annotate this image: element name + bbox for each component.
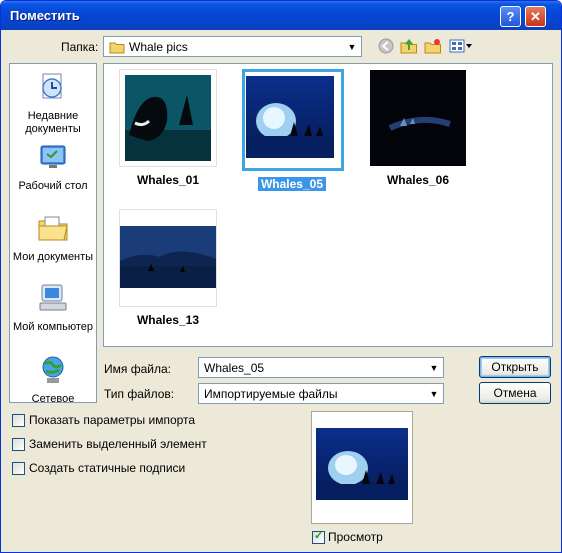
open-button-label: Открыть (491, 360, 539, 374)
replace-selected-label: Заменить выделенный элемент (29, 437, 207, 451)
filename-label: Имя файла: (104, 362, 171, 376)
thumbnail-whales-06 (369, 69, 467, 167)
lookin-value: Whale pics (129, 40, 188, 54)
filetype-label: Тип файлов: (104, 387, 175, 401)
cancel-button-label: Отмена (493, 386, 537, 400)
file-name: Whales_13 (136, 313, 200, 327)
show-import-options-label: Показать параметры импорта (29, 413, 196, 427)
file-name: Whales_05 (257, 177, 327, 191)
help-button[interactable]: ? (500, 6, 521, 27)
recent-documents-icon (42, 73, 62, 99)
up-folder-button[interactable] (400, 37, 418, 55)
filetype-value: Импортируемые файлы (204, 387, 338, 401)
up-folder-icon (400, 39, 417, 54)
thumbnail-whales-01 (119, 69, 217, 167)
view-menu-button[interactable] (449, 37, 473, 55)
help-icon: ? (506, 9, 515, 24)
places-bar: Недавние документы Рабочий стол Мои доку… (9, 63, 97, 406)
static-captions-label: Создать статичные подписи (29, 461, 186, 475)
place-my-documents[interactable]: Мои документы (10, 212, 96, 264)
place-label: Недавние документы (25, 110, 81, 135)
folder-icon (109, 42, 125, 54)
place-network[interactable]: Сетевое (10, 354, 96, 406)
lookin-dropdown[interactable]: Whale pics ▼ (103, 36, 362, 57)
place-label: Мой компьютер (12, 321, 94, 333)
file-list[interactable]: Whales_01 Whales_05 Whales_06 Whales_13 (103, 63, 553, 347)
back-icon (378, 38, 394, 54)
file-name: Whales_01 (136, 173, 200, 187)
filetype-dropdown[interactable]: Импортируемые файлы ▼ (198, 383, 444, 404)
cancel-button[interactable]: Отмена (479, 382, 551, 404)
thumbnail-whales-05 (242, 69, 344, 171)
place-recent[interactable]: Недавние документы (10, 71, 96, 136)
view-menu-icon (449, 39, 472, 53)
preview-checkbox[interactable] (312, 529, 325, 544)
title-bar[interactable]: Поместить ? ✕ (1, 1, 561, 30)
thumbnail-whales-13 (119, 209, 217, 307)
place-label: Мои документы (12, 251, 94, 263)
chevron-down-icon: ▼ (429, 362, 439, 373)
file-item[interactable]: Whales_13 (118, 209, 218, 327)
my-computer-icon (39, 284, 67, 311)
place-dialog: Поместить ? ✕ Папка: Whale pics ▼ Недавн… (0, 0, 562, 553)
preview-image (316, 428, 408, 500)
place-label: Рабочий стол (18, 180, 88, 192)
chevron-down-icon: ▼ (429, 388, 439, 399)
filename-value: Whales_05 (204, 361, 265, 375)
file-name: Whales_06 (386, 173, 450, 187)
file-item[interactable]: Whales_01 (118, 69, 218, 187)
place-label: Сетевое (31, 393, 75, 405)
chevron-down-icon: ▼ (347, 41, 357, 52)
network-icon (42, 356, 64, 383)
replace-selected-checkbox[interactable] (12, 438, 25, 451)
my-documents-icon (38, 216, 68, 241)
desktop-icon (40, 145, 66, 168)
open-button[interactable]: Открыть (479, 356, 551, 378)
preview-label: Просмотр (328, 530, 383, 544)
lookin-label: Папка: (61, 40, 99, 54)
file-item[interactable]: Whales_06 (368, 69, 468, 187)
back-button[interactable] (377, 37, 395, 55)
file-item-selected[interactable]: Whales_05 (242, 69, 344, 191)
close-button[interactable]: ✕ (525, 6, 546, 27)
new-folder-button[interactable] (424, 37, 442, 55)
place-my-computer[interactable]: Мой компьютер (10, 282, 96, 334)
close-icon: ✕ (530, 8, 541, 24)
filename-input[interactable]: Whales_05 ▼ (198, 357, 444, 378)
show-import-options-checkbox[interactable] (12, 414, 25, 427)
new-folder-icon (424, 39, 441, 54)
place-desktop[interactable]: Рабочий стол (10, 141, 96, 193)
preview-pane (311, 411, 413, 524)
window-title: Поместить (10, 8, 80, 23)
static-captions-checkbox[interactable] (12, 462, 25, 475)
